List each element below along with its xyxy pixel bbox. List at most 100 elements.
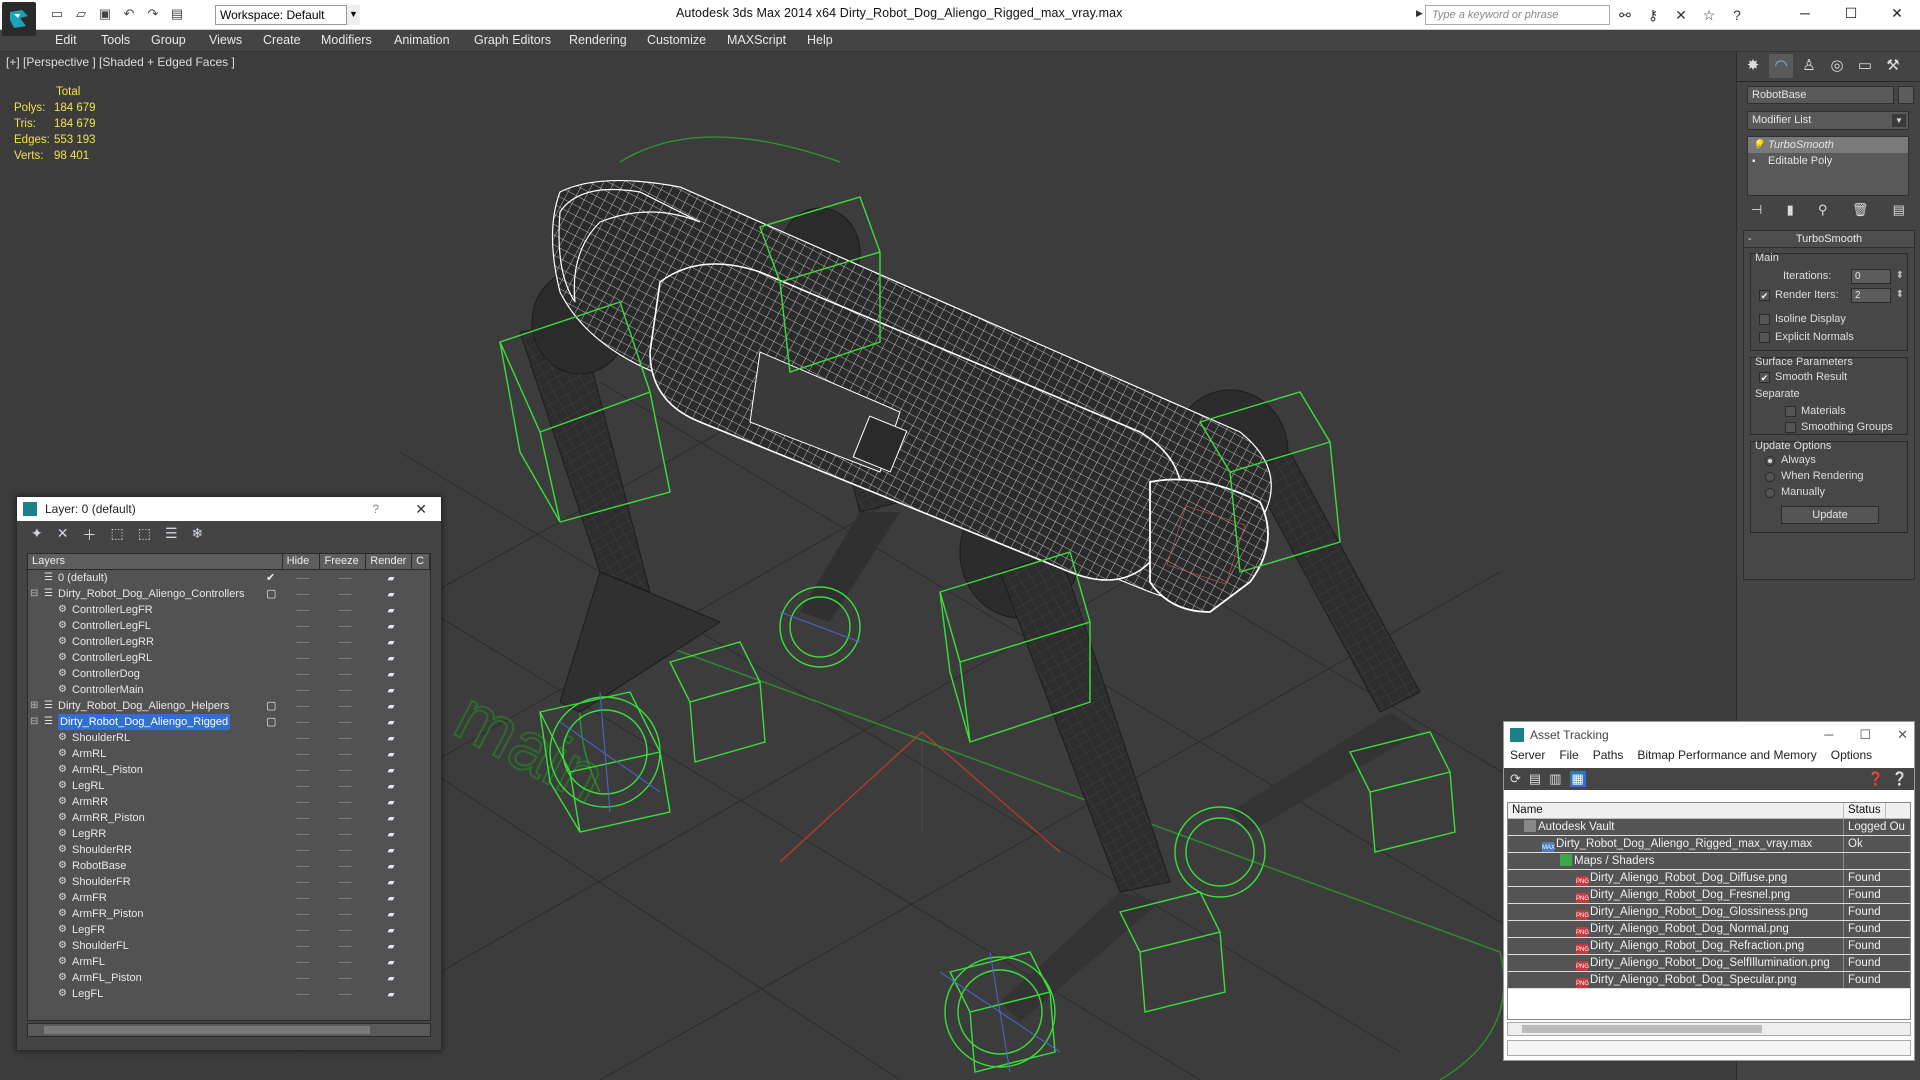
column-render[interactable]: Render [366, 554, 413, 569]
table-view-icon[interactable]: ▦ [1569, 771, 1586, 787]
materials-checkbox[interactable] [1785, 406, 1796, 417]
explicit-normals-checkbox[interactable] [1759, 332, 1770, 343]
freeze-toggle[interactable]: ── [322, 714, 368, 730]
hide-toggle[interactable]: ── [284, 666, 322, 682]
search-input[interactable]: Type a keyword or phrase [1425, 5, 1610, 25]
delete-layer-icon[interactable]: ✕ [57, 525, 69, 543]
layer-row[interactable]: ⚙ ShoulderRL ── ── ▰ [28, 730, 430, 746]
freeze-toggle[interactable]: ── [322, 570, 368, 586]
modifier-list-dropdown[interactable]: Modifier List ▼ [1747, 111, 1909, 130]
create-tab-icon[interactable]: ✸ [1741, 54, 1765, 78]
layer-row[interactable]: ⚙ ArmFR ── ── ▰ [28, 890, 430, 906]
asset-menu-paths[interactable]: Paths [1593, 748, 1624, 768]
select-objects-icon[interactable]: ⬚ [110, 525, 123, 543]
asset-menu-server[interactable]: Server [1510, 748, 1545, 768]
minimize-icon[interactable]: ─ [1824, 722, 1833, 748]
active-layer-check-icon[interactable]: ✔ [266, 570, 275, 586]
minimize-icon[interactable]: ─ [1782, 0, 1828, 28]
add-to-layer-icon[interactable]: ＋ [82, 525, 96, 543]
menu-tools[interactable]: Tools [101, 33, 130, 47]
layer-row[interactable]: ⚙ LegRL ── ── ▰ [28, 778, 430, 794]
new-layer-icon[interactable]: ✦ [31, 525, 43, 543]
hide-toggle[interactable]: ── [284, 858, 322, 874]
render-toggle[interactable]: ▰ [368, 858, 414, 874]
layer-row[interactable]: ⚙ LegRR ── ── ▰ [28, 826, 430, 842]
save-icon[interactable]: ▣ [96, 6, 114, 22]
render-toggle[interactable]: ▰ [368, 682, 414, 698]
layer-row[interactable]: ⚙ ArmRL ── ── ▰ [28, 746, 430, 762]
layer-row[interactable]: ⊞ ☰ Dirty_Robot_Dog_Aliengo_Helpers ▢ ── ── ▰ [28, 698, 430, 714]
show-end-result-icon[interactable]: ▮ [1787, 202, 1794, 218]
menu-edit[interactable]: Edit [55, 33, 77, 47]
hide-toggle[interactable]: ── [284, 762, 322, 778]
render-toggle[interactable]: ▰ [368, 634, 414, 650]
layer-row[interactable]: ⚙ ControllerMain ── ── ▰ [28, 682, 430, 698]
column-status[interactable]: Status [1844, 803, 1886, 818]
manually-radio[interactable] [1765, 488, 1775, 498]
render-toggle[interactable]: ▰ [368, 970, 414, 986]
freeze-toggle[interactable]: ── [322, 602, 368, 618]
hide-toggle[interactable]: ── [284, 714, 322, 730]
set-current-layer-icon[interactable]: ▢ [266, 698, 276, 714]
freeze-toggle[interactable]: ── [322, 858, 368, 874]
stack-item-editable-poly[interactable]: ▪ Editable Poly [1748, 153, 1908, 169]
collapse-icon[interactable]: ⊟ [30, 586, 38, 602]
robot-body-wireframe[interactable] [551, 179, 1272, 613]
menu-customize[interactable]: Customize [647, 33, 706, 47]
freeze-toggle[interactable]: ── [322, 762, 368, 778]
freeze-toggle[interactable]: ── [322, 794, 368, 810]
close-icon[interactable]: ✕ [1897, 722, 1908, 748]
layer-row[interactable]: ⚙ ArmFL ── ── ▰ [28, 954, 430, 970]
help-icon[interactable]: ❓ [1868, 771, 1884, 787]
freeze-toggle[interactable]: ── [322, 938, 368, 954]
column-freeze[interactable]: Freeze [320, 554, 367, 569]
freeze-toggle[interactable]: ── [322, 746, 368, 762]
asset-menu-bitmap-performance-and-memory[interactable]: Bitmap Performance and Memory [1637, 748, 1816, 768]
remove-modifier-icon[interactable]: 🗑 [1852, 202, 1869, 218]
freeze-toggle[interactable]: ── [322, 666, 368, 682]
collapse-icon[interactable]: ⊟ [30, 714, 38, 730]
layer-row[interactable]: ⚙ ArmFL_Piston ── ── ▰ [28, 970, 430, 986]
render-toggle[interactable]: ▰ [368, 906, 414, 922]
render-toggle[interactable]: ▰ [368, 954, 414, 970]
favorites-star-icon[interactable]: ☆ [1699, 6, 1719, 24]
hide-toggle[interactable]: ── [284, 794, 322, 810]
render-toggle[interactable]: ▰ [368, 762, 414, 778]
hide-toggle[interactable]: ── [284, 730, 322, 746]
app-logo-icon[interactable] [2, 2, 36, 36]
hide-toggle[interactable]: ── [284, 826, 322, 842]
hide-toggle[interactable]: ── [284, 922, 322, 938]
hide-toggle[interactable]: ── [284, 682, 322, 698]
close-icon[interactable]: ✕ [1874, 0, 1920, 28]
hide-toggle[interactable]: ── [284, 650, 322, 666]
column-name[interactable]: Name [1508, 803, 1844, 818]
hide-toggle[interactable]: ── [284, 890, 322, 906]
horizontal-scrollbar[interactable] [27, 1023, 431, 1037]
display-tab-icon[interactable]: ▭ [1853, 54, 1877, 78]
menu-views[interactable]: Views [209, 33, 242, 47]
render-iters-checkbox[interactable]: ✔ [1759, 290, 1770, 301]
render-toggle[interactable]: ▰ [368, 890, 414, 906]
stack-item-turbosmooth[interactable]: 💡 TurboSmooth [1748, 137, 1908, 153]
maximize-icon[interactable]: ☐ [1859, 722, 1871, 748]
chevron-down-icon[interactable]: ▼ [1892, 114, 1906, 127]
layer-row[interactable]: ⚙ ArmRR_Piston ── ── ▰ [28, 810, 430, 826]
open-file-icon[interactable]: ▱ [72, 6, 90, 22]
workspace-dropdown[interactable]: Workspace: Default [215, 5, 360, 25]
help-icon[interactable]: ? [372, 497, 379, 521]
menu-rendering[interactable]: Rendering [569, 33, 627, 47]
hide-toggle[interactable]: ── [284, 986, 322, 1002]
smooth-result-checkbox[interactable]: ✔ [1759, 372, 1770, 383]
layer-row[interactable]: ⚙ LegFL ── ── ▰ [28, 986, 430, 1002]
lightbulb-icon[interactable]: 💡 [1752, 138, 1764, 154]
freeze-all-icon[interactable]: ❄ [192, 525, 204, 543]
asset-row[interactable]: Maps / Shaders [1508, 853, 1910, 870]
layer-row[interactable]: ⚙ ControllerLegRL ── ── ▰ [28, 650, 430, 666]
freeze-toggle[interactable]: ── [322, 730, 368, 746]
asset-row[interactable]: PNGDirty_Aliengo_Robot_Dog_Specular.png F… [1508, 972, 1910, 989]
render-toggle[interactable]: ▰ [368, 922, 414, 938]
freeze-toggle[interactable]: ── [322, 810, 368, 826]
hide-toggle[interactable]: ── [284, 938, 322, 954]
hide-toggle[interactable]: ── [284, 602, 322, 618]
hide-toggle[interactable]: ── [284, 810, 322, 826]
